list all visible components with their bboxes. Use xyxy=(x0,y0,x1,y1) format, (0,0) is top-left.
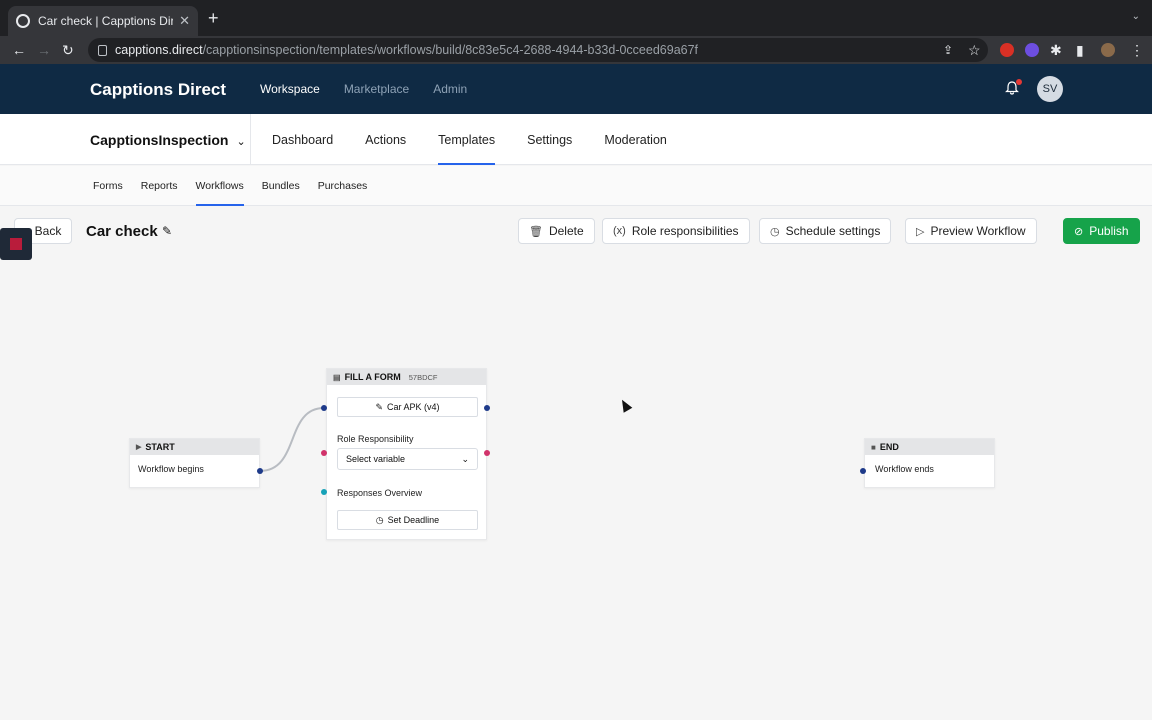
start-node[interactable]: ▶ START Workflow begins xyxy=(129,438,260,488)
chevron-down-icon: ⌄ xyxy=(461,453,469,464)
responses-overview-label: Responses Overview xyxy=(337,488,423,498)
end-node-title: END xyxy=(879,442,899,452)
fill-form-code: 57BDCF xyxy=(408,372,438,382)
set-deadline-label: Set Deadline xyxy=(387,515,440,525)
role-responsibility-label: Role Responsibility xyxy=(337,434,414,444)
clock-icon: ◷ xyxy=(375,514,384,525)
form-output-port[interactable] xyxy=(484,405,490,411)
document-icon: ▤ xyxy=(333,372,341,382)
role-input-port[interactable] xyxy=(321,450,327,456)
role-output-port[interactable] xyxy=(484,450,490,456)
form-input-port[interactable] xyxy=(321,405,327,411)
end-input-port[interactable] xyxy=(860,468,866,474)
fill-form-header: ▤ FILL A FORM 57BDCF xyxy=(327,369,486,385)
form-select-label: Car APK (v4) xyxy=(387,402,440,412)
start-node-header: ▶ START xyxy=(130,439,259,455)
end-node[interactable]: ■ END Workflow ends xyxy=(864,438,995,488)
play-icon: ▶ xyxy=(136,444,142,451)
role-variable-placeholder: Select variable xyxy=(346,454,406,464)
end-node-header: ■ END xyxy=(865,439,994,455)
start-node-title: START xyxy=(145,442,175,452)
set-deadline-button[interactable]: ◷ Set Deadline xyxy=(337,510,478,530)
start-to-form-connection xyxy=(259,407,325,472)
responses-port[interactable] xyxy=(321,489,327,495)
start-node-label: Workflow begins xyxy=(138,464,204,474)
fill-form-node[interactable]: ▤ FILL A FORM 57BDCF ✎ Car APK (v4) Role… xyxy=(326,368,487,540)
edit-icon: ✎ xyxy=(375,401,384,412)
fill-form-title: FILL A FORM xyxy=(344,372,401,382)
start-output-port[interactable] xyxy=(257,468,263,474)
role-variable-select[interactable]: Select variable ⌄ xyxy=(337,448,478,470)
form-select-button[interactable]: ✎ Car APK (v4) xyxy=(337,397,478,417)
stop-icon: ■ xyxy=(871,442,876,452)
end-node-label: Workflow ends xyxy=(875,464,934,474)
connection-layer xyxy=(259,407,325,472)
